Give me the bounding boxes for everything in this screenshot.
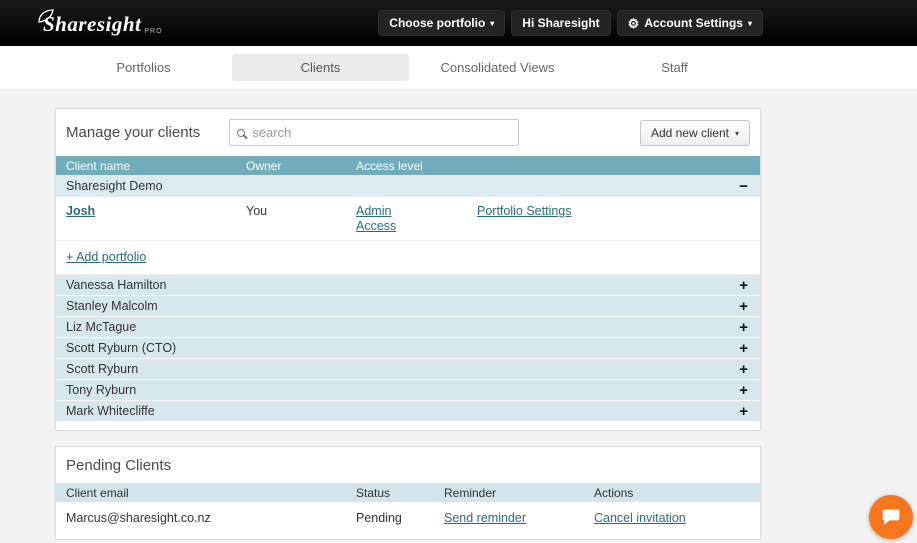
col-client-name: Client name — [66, 158, 131, 173]
cancel-invitation-link[interactable]: Cancel invitation — [594, 511, 686, 525]
col-reminder: Reminder — [444, 485, 497, 500]
expand-icon[interactable]: + — [739, 278, 760, 293]
expand-icon[interactable]: + — [739, 320, 760, 335]
collapse-icon[interactable]: − — [739, 179, 760, 194]
col-client-email: Client email — [66, 485, 129, 500]
client-search — [229, 119, 520, 146]
pending-table-header: Client email Status Reminder Actions — [56, 483, 760, 502]
clients-table-header: Client name Owner Access level — [56, 156, 760, 175]
client-name: Liz McTague — [66, 320, 137, 334]
client-name: Stanley Malcolm — [66, 299, 158, 313]
client-name: Scott Ryburn — [66, 362, 139, 376]
client-name: Scott Ryburn (CTO) — [66, 341, 177, 355]
portfolio-settings-link[interactable]: Portfolio Settings — [477, 204, 572, 218]
greeting-button[interactable]: Hi Sharesight — [511, 10, 611, 36]
page-title: Manage your clients — [66, 124, 201, 141]
account-settings-button[interactable]: ⚙ Account Settings ▾ — [616, 10, 763, 36]
add-portfolio-row: + Add portfolio — [56, 241, 760, 275]
brand-wordmark: Sharesight — [43, 12, 142, 36]
portfolio-link[interactable]: Josh — [66, 204, 95, 218]
search-icon — [230, 128, 252, 137]
col-owner: Owner — [246, 158, 282, 173]
client-row[interactable]: Liz McTague + — [56, 317, 760, 338]
greeting-label: Hi Sharesight — [522, 16, 600, 30]
chevron-down-icon: ▾ — [734, 128, 739, 138]
expand-icon[interactable]: + — [739, 362, 760, 377]
topbar: Sharesight PRO Choose portfolio ▾ Hi Sha… — [0, 0, 917, 46]
client-row[interactable]: Scott Ryburn (CTO) + — [56, 338, 760, 359]
client-row[interactable]: Tony Ryburn + — [56, 380, 760, 401]
col-actions: Actions — [594, 485, 634, 500]
search-input[interactable] — [252, 125, 519, 140]
pending-email: Marcus@sharesight.co.nz — [66, 511, 211, 525]
tab-consolidated-views[interactable]: Consolidated Views — [409, 54, 586, 81]
topbar-actions: Choose portfolio ▾ Hi Sharesight ⚙ Accou… — [378, 10, 763, 36]
portfolio-row: Josh You Admin Access Portfolio Settings — [56, 197, 760, 241]
pending-status: Pending — [356, 511, 402, 525]
chevron-down-icon: ▾ — [490, 19, 495, 28]
chevron-down-icon: ▾ — [747, 19, 752, 28]
expand-icon[interactable]: + — [739, 341, 760, 356]
account-settings-label: Account Settings — [644, 16, 743, 30]
sharesight-logo[interactable]: Sharesight PRO — [38, 9, 163, 37]
tab-staff[interactable]: Staff — [586, 54, 763, 81]
add-new-client-label: Add new client — [650, 125, 729, 140]
client-row[interactable]: Mark Whitecliffe + — [56, 401, 760, 422]
col-status: Status — [356, 485, 391, 500]
chat-launcher-button[interactable] — [869, 495, 913, 539]
gear-icon: ⚙ — [627, 15, 640, 31]
expand-icon[interactable]: + — [739, 383, 760, 398]
portfolio-owner: You — [246, 204, 268, 218]
pending-clients-card: Pending Clients Client email Status Remi… — [55, 446, 761, 540]
client-name: Sharesight Demo — [66, 179, 163, 193]
expand-icon[interactable]: + — [739, 299, 760, 314]
pending-clients-title: Pending Clients — [66, 457, 172, 474]
manage-clients-header: Manage your clients Add new client ▾ — [56, 109, 760, 156]
choose-portfolio-label: Choose portfolio — [389, 16, 486, 30]
main-nav: Portfolios Clients Consolidated Views St… — [0, 46, 917, 90]
chat-icon — [882, 509, 900, 525]
access-level-link[interactable]: Admin Access — [356, 204, 404, 234]
add-new-client-button[interactable]: Add new client ▾ — [639, 119, 750, 146]
pending-row: Marcus@sharesight.co.nz Pending Send rem… — [56, 502, 760, 531]
page-content: Manage your clients Add new client ▾ Cli… — [0, 90, 917, 540]
choose-portfolio-button[interactable]: Choose portfolio ▾ — [378, 10, 506, 36]
tab-portfolios[interactable]: Portfolios — [55, 54, 232, 81]
client-name: Vanessa Hamilton — [66, 278, 167, 292]
client-row[interactable]: Vanessa Hamilton + — [56, 275, 760, 296]
client-name: Mark Whitecliffe — [66, 404, 155, 418]
expand-icon[interactable]: + — [739, 404, 760, 419]
client-row[interactable]: Stanley Malcolm + — [56, 296, 760, 317]
add-portfolio-link[interactable]: + Add portfolio — [66, 250, 146, 264]
client-row-expanded[interactable]: Sharesight Demo − — [56, 175, 760, 197]
client-row[interactable]: Scott Ryburn + — [56, 359, 760, 380]
brand-pro-label: PRO — [144, 28, 163, 35]
manage-clients-card: Manage your clients Add new client ▾ Cli… — [55, 108, 761, 431]
client-name: Tony Ryburn — [66, 383, 137, 397]
tab-clients[interactable]: Clients — [232, 54, 409, 81]
send-reminder-link[interactable]: Send reminder — [444, 511, 526, 525]
col-access-level: Access level — [356, 158, 423, 173]
